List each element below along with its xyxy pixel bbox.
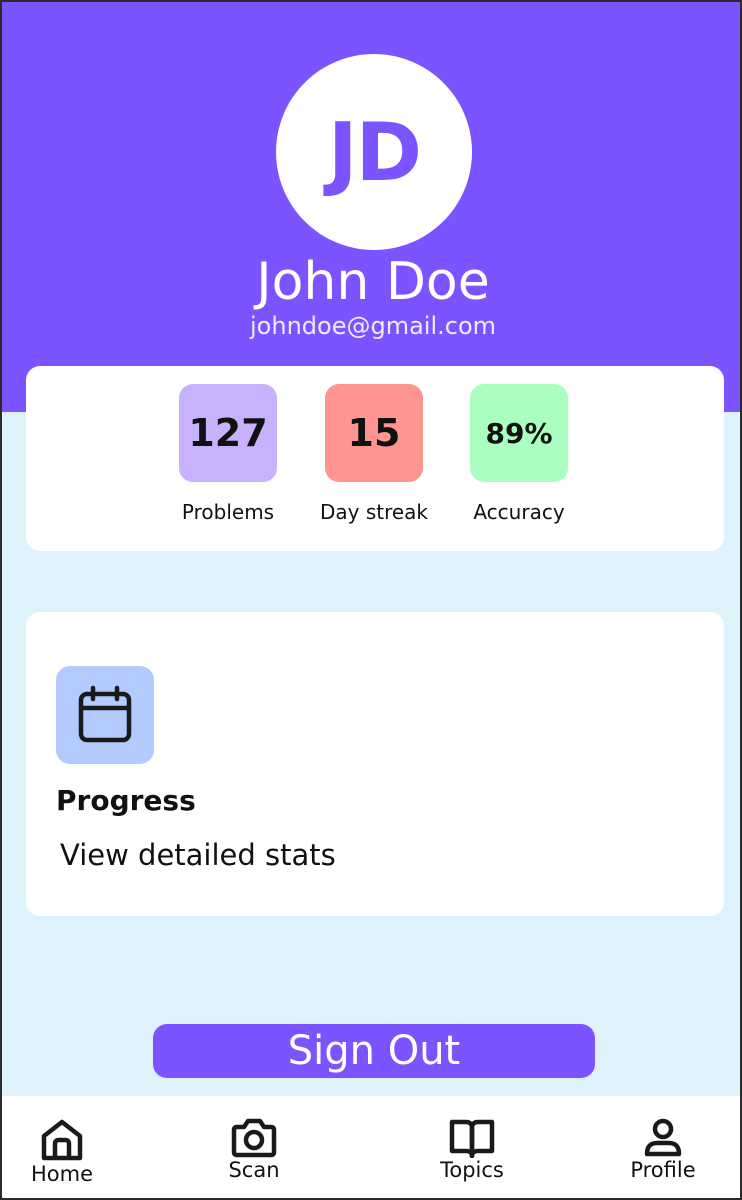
nav-label-home: Home <box>30 1162 93 1186</box>
user-email: johndoe@gmail.com <box>250 312 496 340</box>
stats-card: 127 Problems 15 Day streak 89% Accuracy <box>26 366 724 551</box>
sign-out-button[interactable]: Sign Out <box>153 1024 595 1078</box>
stat-accuracy: 89% Accuracy <box>454 384 584 524</box>
avatar-initials: JD <box>327 105 422 199</box>
home-icon <box>41 1119 83 1161</box>
nav-label-scan: Scan <box>228 1158 280 1182</box>
stat-problems-label: Problems <box>181 500 275 524</box>
stat-day-streak: 15 Day streak <box>309 384 439 524</box>
book-icon <box>449 1119 495 1158</box>
nav-label-profile: Profile <box>630 1158 696 1182</box>
calendar-icon <box>78 685 132 743</box>
nav-label-topics: Topics <box>440 1158 504 1182</box>
nav-item-home[interactable]: Home <box>2 1118 122 1186</box>
stat-problems: 127 Problems <box>163 384 293 524</box>
calendar-tile <box>56 666 154 764</box>
stat-problems-value: 127 <box>179 384 277 482</box>
avatar: JD <box>276 54 472 250</box>
progress-card[interactable]: Progress View detailed stats <box>26 612 724 916</box>
bottom-nav: Home Scan Topics Profile <box>2 1096 740 1198</box>
app-screen: JD John Doe johndoe@gmail.com 127 Proble… <box>0 0 742 1200</box>
stat-day-streak-label: Day streak <box>319 500 429 524</box>
nav-item-topics[interactable]: Topics <box>412 1118 532 1182</box>
stat-day-streak-value: 15 <box>325 384 423 482</box>
progress-subtitle[interactable]: View detailed stats <box>60 838 336 872</box>
camera-icon <box>231 1118 277 1158</box>
user-icon <box>644 1118 682 1157</box>
stat-accuracy-label: Accuracy <box>473 500 565 524</box>
progress-title: Progress <box>56 784 196 817</box>
nav-item-scan[interactable]: Scan <box>194 1118 314 1182</box>
stat-accuracy-value: 89% <box>470 384 568 482</box>
user-name: John Doe <box>256 252 490 312</box>
profile-header: JD John Doe johndoe@gmail.com <box>2 2 740 412</box>
nav-item-profile[interactable]: Profile <box>603 1118 723 1182</box>
